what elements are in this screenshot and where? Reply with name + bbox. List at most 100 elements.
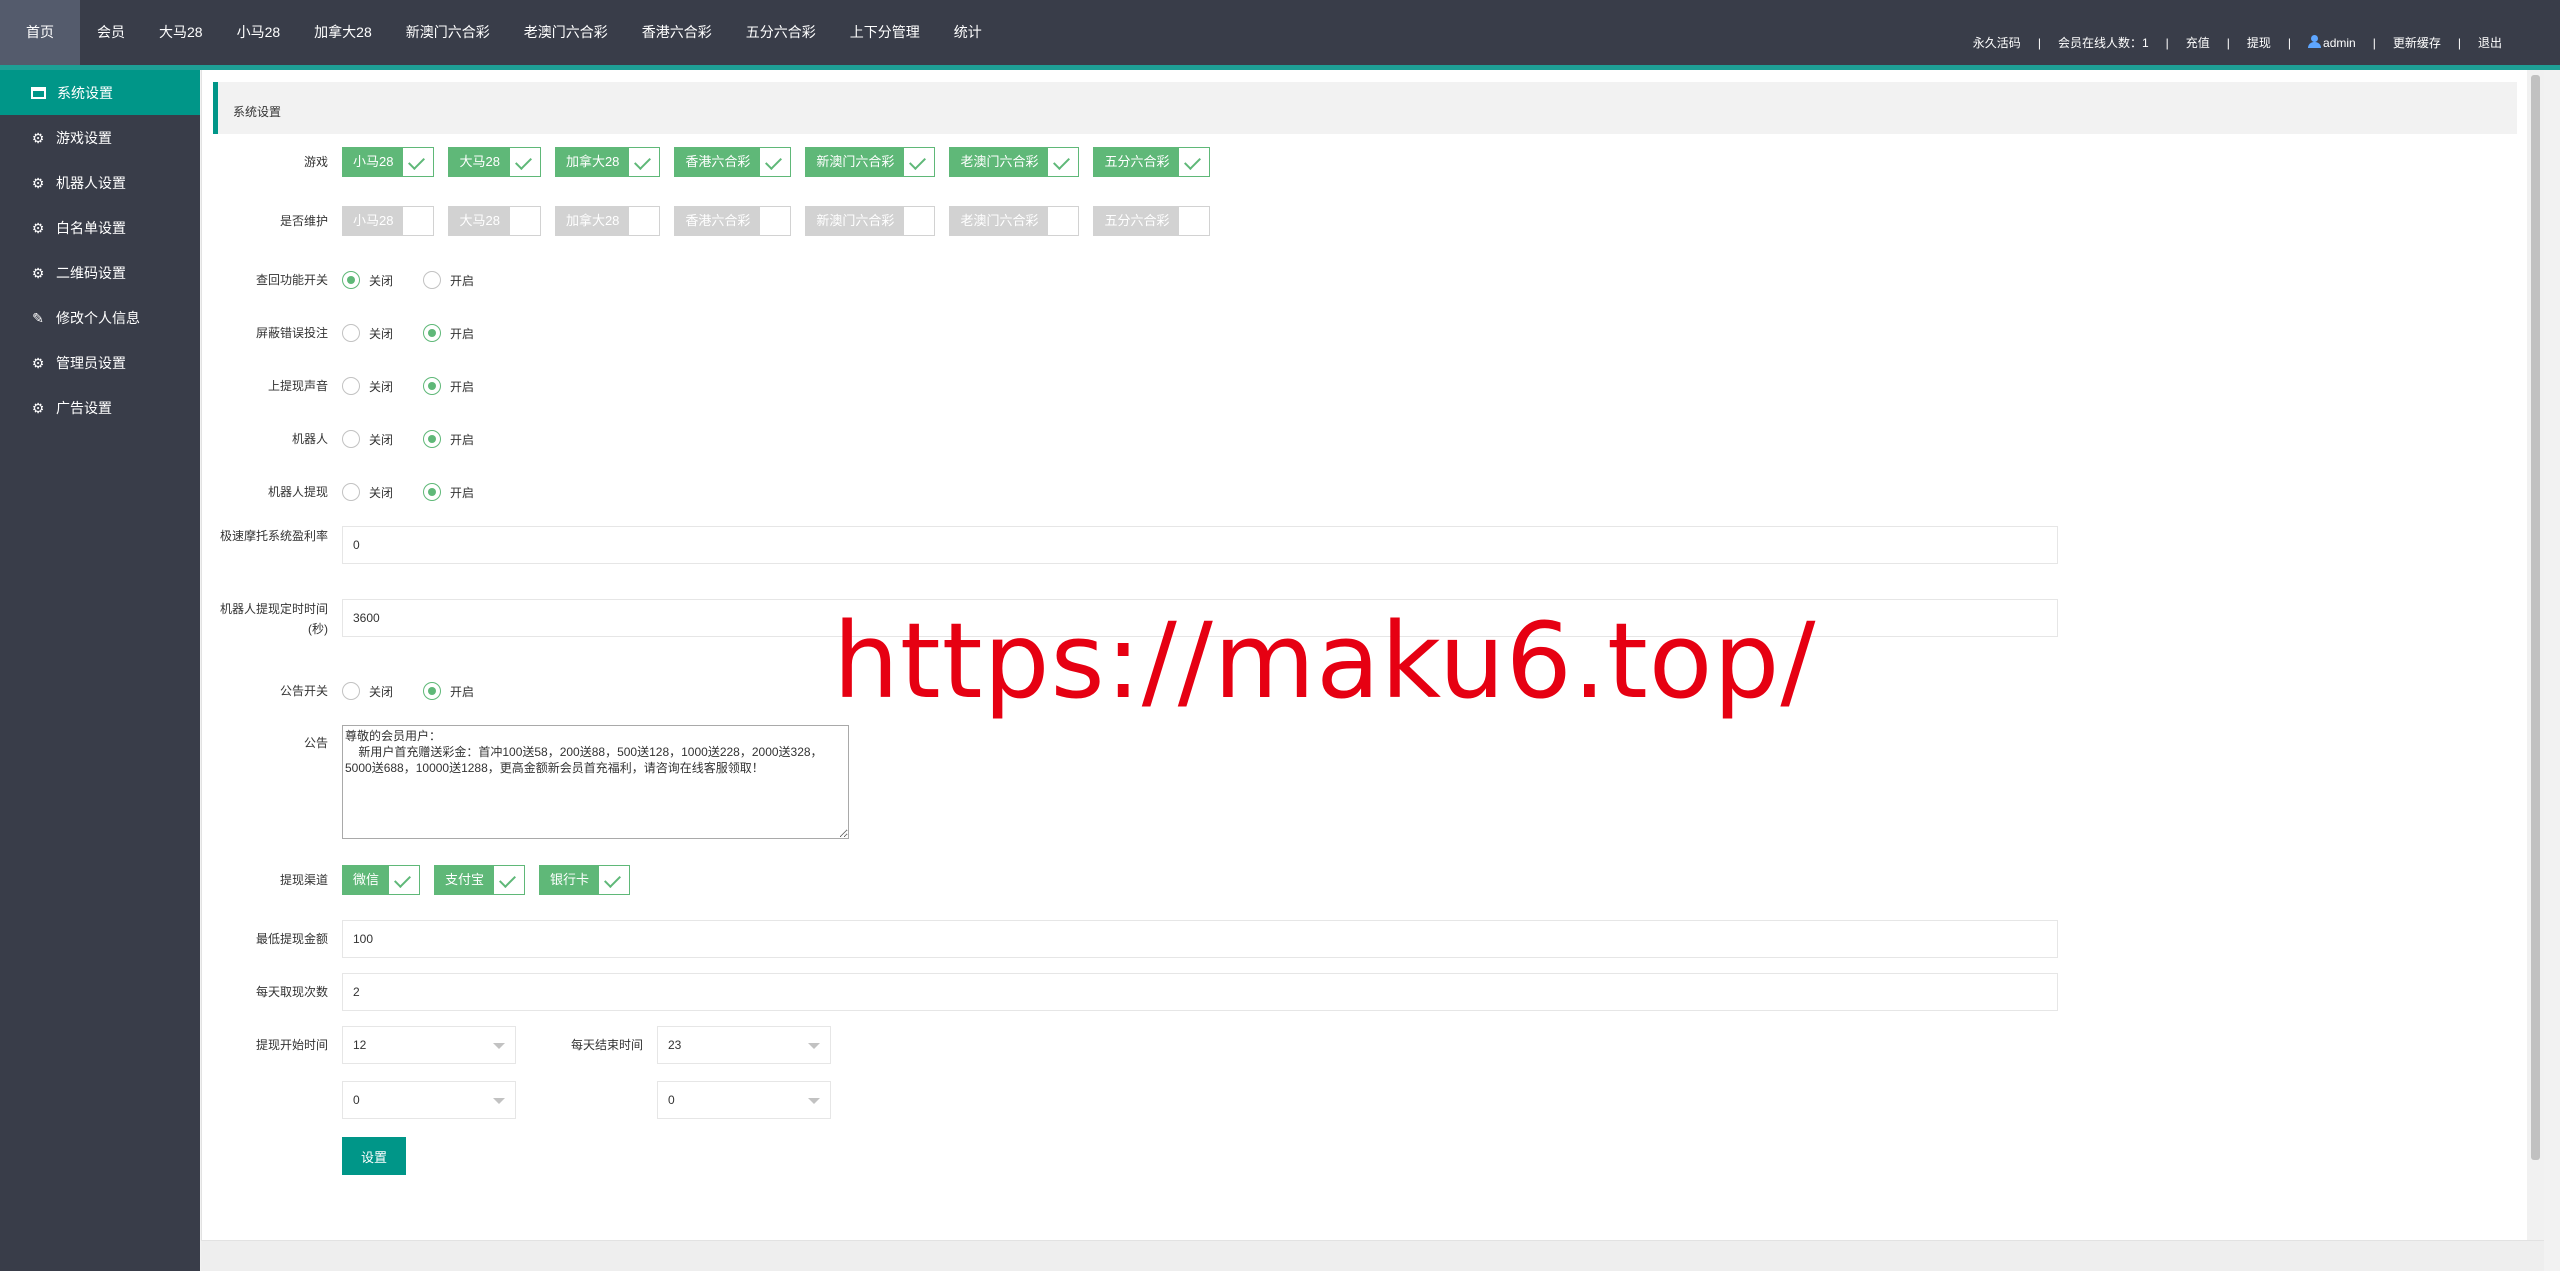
channel-checkbox-bank-card[interactable]: 银行卡 [539, 865, 631, 895]
radio-off[interactable]: 关闭 [342, 377, 393, 395]
radio-label: 开启 [450, 379, 475, 394]
checkbox-label: 五分六合彩 [1094, 207, 1180, 235]
maintenance-checkbox-hongkong[interactable]: 香港六合彩 [674, 206, 792, 236]
channel-checkbox-wechat[interactable]: 微信 [342, 865, 421, 895]
maintenance-checkbox-new-macau[interactable]: 新澳门六合彩 [805, 206, 936, 236]
maintenance-checkbox-canada28[interactable]: 加拿大28 [554, 206, 661, 236]
maintenance-checkbox-xiaoma28[interactable]: 小马28 [342, 206, 435, 236]
nav-hongkong-lottery[interactable]: 香港六合彩 [625, 0, 729, 65]
game-checkbox-canada28[interactable]: 加拿大28 [554, 147, 661, 177]
radio-group: 关闭 开启 [342, 261, 504, 299]
page-header: 系统设置 [213, 82, 2517, 134]
radio-group: 关闭 开启 [342, 420, 504, 458]
checkbox-label: 加拿大28 [555, 148, 630, 176]
notice-field: 尊敬的会员用户： 新用户首充赠送彩金：首冲100送58，200送88，500送1… [342, 725, 849, 842]
nav-xiaoma28[interactable]: 小马28 [220, 0, 298, 65]
gear-icon: ⚙ [31, 399, 45, 416]
nav-five-minute-lottery[interactable]: 五分六合彩 [729, 0, 833, 65]
checkbox-label: 新澳门六合彩 [806, 148, 905, 176]
radio-off[interactable]: 关闭 [342, 682, 393, 700]
maintenance-row: 是否维护 小马28 大马28 加拿大28 香港六合彩 新澳门六合彩 老澳门六合彩… [202, 202, 2302, 240]
divider: | [2037, 35, 2041, 50]
nav-home[interactable]: 首页 [0, 0, 80, 65]
submit-button[interactable]: 设置 [342, 1137, 406, 1175]
min-withdraw-input[interactable] [342, 920, 2058, 958]
sidebar-item-qrcode-settings[interactable]: ⚙ 二维码设置 [0, 250, 200, 295]
end-minute-select[interactable]: 0 [657, 1081, 831, 1119]
radio-on[interactable]: 开启 [423, 324, 474, 342]
withdraw-link[interactable]: 提现 [2247, 34, 2271, 51]
submit-row: 设置 [202, 1137, 2302, 1175]
activate-link[interactable]: 永久活码 [1973, 34, 2021, 51]
radio-on[interactable]: 开启 [423, 271, 474, 289]
radio-on[interactable]: 开启 [423, 430, 474, 448]
radio-on[interactable]: 开启 [423, 377, 474, 395]
game-checkbox-hongkong[interactable]: 香港六合彩 [674, 147, 792, 177]
radio-on[interactable]: 开启 [423, 682, 474, 700]
radio-label: 开启 [450, 326, 475, 341]
checkbox-box [629, 207, 660, 235]
nav-old-macau-lottery[interactable]: 老澳门六合彩 [507, 0, 625, 65]
channel-checkbox-alipay[interactable]: 支付宝 [434, 865, 526, 895]
radio-off[interactable]: 关闭 [342, 271, 393, 289]
game-checkbox-dama28[interactable]: 大马28 [448, 147, 541, 177]
sidebar-item-system-settings[interactable]: 系统设置 [0, 70, 200, 115]
radio-circle [342, 430, 360, 448]
end-hour-select[interactable]: 23 [657, 1026, 831, 1064]
checkbox-label: 小马28 [343, 148, 404, 176]
sidebar-item-game-settings[interactable]: ⚙ 游戏设置 [0, 115, 200, 160]
radio-off[interactable]: 关闭 [342, 483, 393, 501]
notice-row: 公告 尊敬的会员用户： 新用户首充赠送彩金：首冲100送58，200送88，50… [202, 725, 2302, 843]
radio-off[interactable]: 关闭 [342, 430, 393, 448]
checkbox-label: 大马28 [449, 148, 510, 176]
notice-textarea[interactable]: 尊敬的会员用户： 新用户首充赠送彩金：首冲100送58，200送88，500送1… [342, 725, 849, 839]
nav-canada28[interactable]: 加拿大28 [297, 0, 389, 65]
profit-rate-input[interactable] [342, 526, 2058, 564]
maintenance-checkbox-five-minute[interactable]: 五分六合彩 [1093, 206, 1211, 236]
check-icon [403, 148, 434, 176]
daily-times-input[interactable] [342, 973, 2058, 1011]
radio-circle [423, 324, 442, 342]
start-minute-select[interactable]: 0 [342, 1081, 516, 1119]
radio-on[interactable]: 开启 [423, 483, 474, 501]
checkbox-box [403, 207, 434, 235]
scrollbar-thumb[interactable] [2531, 75, 2540, 1160]
start-hour-select[interactable]: 12 [342, 1026, 516, 1064]
game-checkbox-xiaoma28[interactable]: 小马28 [342, 147, 435, 177]
recharge-link[interactable]: 充值 [2186, 34, 2210, 51]
nav-dama28[interactable]: 大马28 [142, 0, 220, 65]
sidebar-item-edit-profile[interactable]: ✎ 修改个人信息 [0, 295, 200, 340]
submit-field: 设置 [342, 1137, 406, 1175]
sidebar-item-robot-settings[interactable]: ⚙ 机器人设置 [0, 160, 200, 205]
maintenance-checkbox-old-macau[interactable]: 老澳门六合彩 [949, 206, 1080, 236]
vertical-scrollbar[interactable] [2527, 70, 2544, 1240]
gear-icon: ⚙ [31, 219, 45, 236]
radio-circle [423, 271, 442, 289]
notice-label: 公告 [303, 736, 328, 750]
game-checkbox-old-macau[interactable]: 老澳门六合彩 [949, 147, 1080, 177]
sidebar-item-whitelist-settings[interactable]: ⚙ 白名单设置 [0, 205, 200, 250]
daily-times-row: 每天取现次数 [202, 973, 2302, 1011]
chevron-down-icon [808, 1043, 820, 1049]
divider: | [2457, 35, 2461, 50]
daily-times-field [342, 973, 2058, 1011]
user-menu[interactable]: admin [2308, 35, 2356, 50]
nav-points-management[interactable]: 上下分管理 [833, 0, 937, 65]
radio-circle [423, 430, 442, 448]
sidebar-item-admin-settings[interactable]: ⚙ 管理员设置 [0, 340, 200, 385]
check-icon [904, 148, 935, 176]
nav-new-macau-lottery[interactable]: 新澳门六合彩 [389, 0, 507, 65]
update-cache-link[interactable]: 更新缓存 [2393, 34, 2441, 51]
radio-off[interactable]: 关闭 [342, 324, 393, 342]
nav-members[interactable]: 会员 [80, 0, 142, 65]
chevron-down-icon [808, 1098, 820, 1104]
game-checkbox-new-macau[interactable]: 新澳门六合彩 [805, 147, 936, 177]
min-withdraw-field [342, 920, 2058, 958]
logout-link[interactable]: 退出 [2478, 34, 2502, 51]
nav-statistics[interactable]: 统计 [937, 0, 999, 65]
maintenance-checkbox-dama28[interactable]: 大马28 [448, 206, 541, 236]
checkbox-label: 老澳门六合彩 [950, 207, 1049, 235]
sidebar-item-ad-settings[interactable]: ⚙ 广告设置 [0, 385, 200, 430]
game-checkbox-five-minute[interactable]: 五分六合彩 [1093, 147, 1211, 177]
radio-label: 开启 [450, 432, 475, 447]
